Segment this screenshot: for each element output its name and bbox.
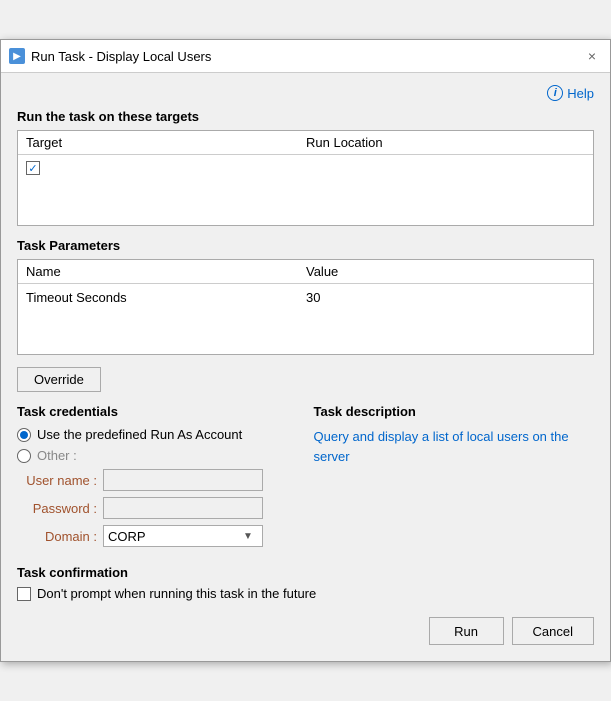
domain-row: Domain : CORP ▼: [17, 525, 298, 547]
description-section: Task description Query and display a lis…: [314, 404, 595, 553]
parameters-table-body: Timeout Seconds 30: [18, 284, 593, 354]
confirmation-section: Task confirmation Don't prompt when runn…: [17, 565, 594, 601]
username-row: User name :: [17, 469, 298, 491]
help-label: Help: [567, 86, 594, 101]
override-button[interactable]: Override: [17, 367, 101, 392]
description-text: Query and display a list of local users …: [314, 427, 595, 466]
button-row: Run Cancel: [17, 617, 594, 645]
target-col-header: Target: [26, 135, 306, 150]
radio-predefined-row: Use the predefined Run As Account: [17, 427, 298, 442]
close-button[interactable]: ×: [582, 46, 602, 66]
domain-select[interactable]: CORP: [103, 525, 263, 547]
radio-other-row: Other :: [17, 448, 298, 463]
value-col-header: Value: [306, 264, 585, 279]
run-location-col-header: Run Location: [306, 135, 585, 150]
param-name-cell: Timeout Seconds: [26, 290, 306, 305]
confirmation-checkbox-label: Don't prompt when running this task in t…: [37, 586, 316, 601]
radio-predefined-dot: [20, 431, 28, 439]
password-label: Password :: [17, 501, 97, 516]
name-col-header: Name: [26, 264, 306, 279]
cancel-button[interactable]: Cancel: [512, 617, 594, 645]
table-row: [26, 159, 585, 177]
confirmation-checkbox-row: Don't prompt when running this task in t…: [17, 586, 594, 601]
parameters-table: Name Value Timeout Seconds 30: [17, 259, 594, 355]
username-input[interactable]: [103, 469, 263, 491]
radio-other-label: Other :: [37, 448, 77, 463]
radio-other[interactable]: [17, 449, 31, 463]
window-title: Run Task - Display Local Users: [31, 49, 576, 64]
table-row: Timeout Seconds 30: [26, 288, 585, 307]
param-value-cell: 30: [306, 290, 585, 305]
run-button[interactable]: Run: [429, 617, 504, 645]
target-checkbox[interactable]: [26, 161, 40, 175]
description-text-part1: Query and display a list of local users: [314, 429, 533, 444]
confirmation-title: Task confirmation: [17, 565, 594, 580]
confirmation-checkbox[interactable]: [17, 587, 31, 601]
help-icon: i: [547, 85, 563, 101]
domain-dropdown-wrapper: CORP ▼: [103, 525, 253, 547]
targets-table: Target Run Location: [17, 130, 594, 226]
targets-section: Run the task on these targets Target Run…: [17, 109, 594, 226]
radio-predefined-label: Use the predefined Run As Account: [37, 427, 242, 442]
description-title: Task description: [314, 404, 595, 419]
main-window: ▶ Run Task - Display Local Users × i Hel…: [0, 39, 611, 662]
targets-table-header: Target Run Location: [18, 131, 593, 155]
password-input[interactable]: [103, 497, 263, 519]
window-icon: ▶: [9, 48, 25, 64]
targets-section-title: Run the task on these targets: [17, 109, 594, 124]
parameters-table-header: Name Value: [18, 260, 593, 284]
help-link[interactable]: i Help: [17, 85, 594, 101]
credentials-title: Task credentials: [17, 404, 298, 419]
password-row: Password :: [17, 497, 298, 519]
username-label: User name :: [17, 473, 97, 488]
parameters-section-title: Task Parameters: [17, 238, 594, 253]
domain-label: Domain :: [17, 529, 97, 544]
radio-predefined[interactable]: [17, 428, 31, 442]
two-col-section: Task credentials Use the predefined Run …: [17, 404, 594, 553]
targets-table-body: [18, 155, 593, 225]
run-location-cell: [306, 161, 585, 175]
title-bar: ▶ Run Task - Display Local Users ×: [1, 40, 610, 73]
description-text-highlight: on: [532, 429, 546, 444]
credentials-section: Task credentials Use the predefined Run …: [17, 404, 298, 553]
content-area: i Help Run the task on these targets Tar…: [1, 73, 610, 661]
target-cell: [26, 161, 306, 175]
parameters-section: Task Parameters Name Value Timeout Secon…: [17, 238, 594, 355]
